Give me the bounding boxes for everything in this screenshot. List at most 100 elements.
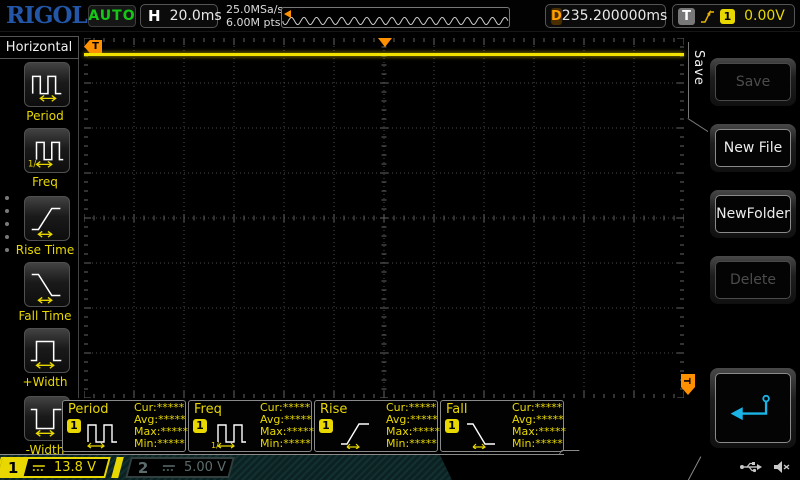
menu-tab-diagonal <box>687 118 709 133</box>
channel2-number: 2 <box>138 459 148 477</box>
rise-time-label: Rise Time <box>5 243 85 257</box>
softkey-menu: Save New File NewFolder Delete <box>708 32 800 458</box>
menu-tab: Save <box>686 40 708 132</box>
sidebar-item-period[interactable]: Period <box>0 62 80 123</box>
pwidth-label: +Width <box>5 375 85 389</box>
measure-sidebar: Horizontal Period 1/ Freq <box>0 32 80 458</box>
rise-edge-icon <box>336 417 378 449</box>
bottombar-divider <box>688 456 702 480</box>
freq-icon: 1/ <box>26 130 68 172</box>
fall-time-label: Fall Time <box>5 309 85 323</box>
rise-time-icon <box>26 198 68 240</box>
preview-trigger-marker-icon <box>284 10 291 18</box>
bottombar-outline <box>0 454 564 455</box>
channel1-dc-coupling-icon <box>32 463 46 473</box>
period-button[interactable] <box>24 62 70 107</box>
menu-tab-line <box>688 42 689 118</box>
svg-text:1/: 1/ <box>28 159 36 169</box>
sidebar-item-rise-time[interactable]: Rise Time <box>0 196 80 257</box>
preview-wave-icon <box>282 8 509 27</box>
waveform-display: T T <box>84 38 684 398</box>
freq-button[interactable]: 1/ <box>24 128 70 173</box>
stat-min-value: ***** <box>535 437 563 450</box>
channel2-tab[interactable]: 2 5.00 V <box>125 457 235 478</box>
trigger-slope-icon <box>700 8 715 25</box>
period-wave-icon <box>84 417 126 449</box>
fall-edge-icon <box>462 417 504 449</box>
panel-channel-badge: 1 <box>193 419 207 433</box>
panel-channel-badge: 1 <box>445 419 459 433</box>
channel1-tab[interactable]: 1 13.8 V <box>0 457 111 478</box>
return-arrow-icon <box>725 389 781 427</box>
panel-title: Fall <box>446 402 467 417</box>
sidebar-item-freq[interactable]: 1/ Freq <box>0 128 80 189</box>
freq-label: Freq <box>5 175 85 189</box>
save-button[interactable]: Save <box>710 58 796 106</box>
top-status-bar: RIGOL AUTO H 20.0ms 25.0MSa/s 6.00M pts … <box>0 0 800 32</box>
stat-min-value: ***** <box>283 437 311 450</box>
freq-wave-icon: 1/ <box>210 417 252 449</box>
period-icon <box>26 64 68 106</box>
new-file-button-label: New File <box>715 129 791 167</box>
new-file-button[interactable]: New File <box>710 124 796 172</box>
memory-depth: 6.00M pts <box>226 16 283 29</box>
pwidth-icon <box>26 330 68 372</box>
rigol-logo: RIGOL <box>6 2 87 29</box>
run-status-badge[interactable]: AUTO <box>88 5 136 27</box>
trigger-level-value: 0.00V <box>735 8 794 24</box>
sidebar-item-pwidth[interactable]: +Width <box>0 328 80 389</box>
fall-time-icon <box>26 264 68 306</box>
delete-button-label: Delete <box>715 261 791 299</box>
trigger-status-box[interactable]: T 1 0.00V <box>672 4 795 28</box>
channel2-scale: 5.00 V <box>184 460 226 475</box>
trigger-label-badge: T <box>678 8 695 25</box>
measurement-panel-freq[interactable]: Freq 1 1/ Cur:***** Avg:***** Max:***** … <box>188 400 312 452</box>
measurement-panel-period[interactable]: Period 1 Cur:***** Avg:***** Max:***** M… <box>62 400 186 452</box>
new-folder-button[interactable]: NewFolder <box>710 190 796 238</box>
horizontal-label: H <box>148 7 161 25</box>
panel-stats: Cur:***** Avg:***** Max:***** Min:***** <box>386 402 440 450</box>
panel-stats: Cur:***** Avg:***** Max:***** Min:***** <box>134 402 188 450</box>
trigger-delay-box[interactable]: D 235.200000ms <box>545 4 666 28</box>
graticule <box>84 38 684 398</box>
sidebar-item-fall-time[interactable]: Fall Time <box>0 262 80 323</box>
panel-channel-badge: 1 <box>67 419 81 433</box>
timebase-value: 20.0ms <box>170 8 222 24</box>
period-label: Period <box>5 109 85 123</box>
waveform-memory-preview[interactable] <box>281 7 510 28</box>
bottombar-notch <box>558 450 580 455</box>
trigger-source-badge: 1 <box>720 9 735 24</box>
measurement-panel-fall[interactable]: Fall 1 Cur:***** Avg:***** Max:***** Min… <box>440 400 564 452</box>
panel-title: Rise <box>320 402 347 417</box>
measure-category-title[interactable]: Horizontal <box>0 36 79 59</box>
return-button[interactable] <box>710 368 796 448</box>
new-folder-button-label: NewFolder <box>715 195 791 233</box>
channel-status-bar: 1 13.8 V 2 5.00 V <box>0 455 800 480</box>
channel1-scale: 13.8 V <box>54 460 96 475</box>
pwidth-button[interactable] <box>24 328 70 373</box>
stat-min-value: ***** <box>409 437 437 450</box>
delay-label-badge: D <box>551 8 562 25</box>
save-button-label: Save <box>715 63 791 101</box>
channel2-dc-coupling-icon <box>162 463 176 473</box>
horizontal-timebase-box[interactable]: H 20.0ms <box>140 4 218 28</box>
speaker-muted-icon <box>773 460 790 474</box>
trigger-position-marker <box>378 38 392 47</box>
usb-icon <box>739 460 763 474</box>
fall-time-button[interactable] <box>24 262 70 307</box>
panel-stats: Cur:***** Avg:***** Max:***** Min:***** <box>260 402 314 450</box>
svg-text:1/: 1/ <box>211 441 219 449</box>
rise-time-button[interactable] <box>24 196 70 241</box>
delay-value: 235.200000ms <box>562 8 668 24</box>
channel1-trace <box>84 53 684 56</box>
menu-title: Save <box>691 50 706 86</box>
measurement-panel-rise[interactable]: Rise 1 Cur:***** Avg:***** Max:***** Min… <box>314 400 438 452</box>
panel-title: Period <box>68 402 109 417</box>
stat-min-value: ***** <box>157 437 185 450</box>
panel-title: Freq <box>194 402 222 417</box>
oscilloscope-screen: RIGOL AUTO H 20.0ms 25.0MSa/s 6.00M pts … <box>0 0 800 480</box>
panel-stats: Cur:***** Avg:***** Max:***** Min:***** <box>512 402 566 450</box>
panel-channel-badge: 1 <box>319 419 333 433</box>
sample-rate: 25.0MSa/s <box>226 3 283 16</box>
delete-button[interactable]: Delete <box>710 256 796 304</box>
